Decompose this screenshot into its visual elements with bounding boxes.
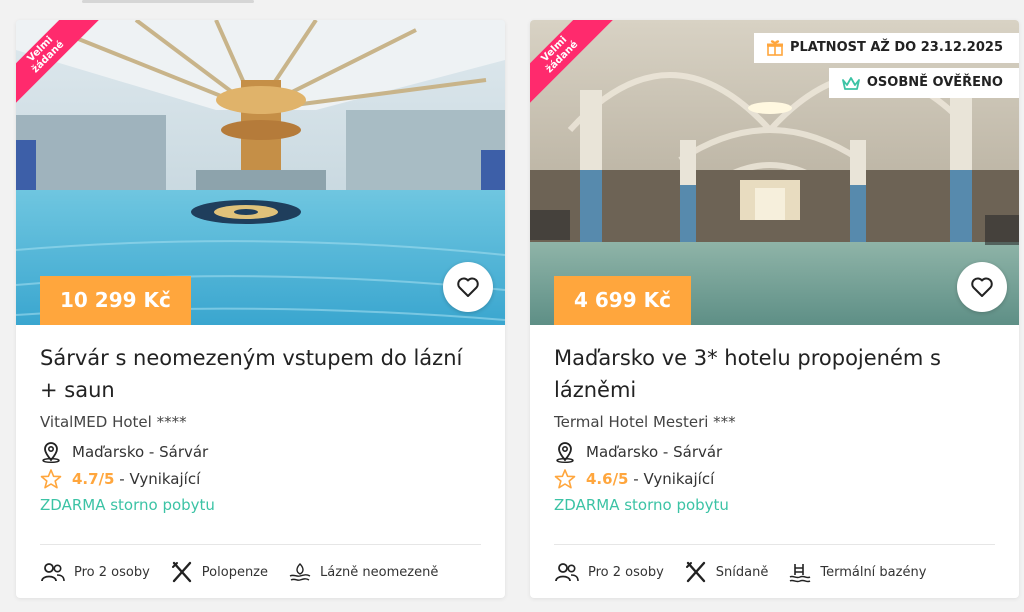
hotel-photo[interactable]: Velmi žádané PLATNOST AŽ DO 23.12.2025 O…: [530, 20, 1019, 325]
people-icon: [555, 563, 579, 582]
heart-outline-icon: [971, 277, 993, 297]
feature-persons: Pro 2 osoby: [554, 561, 664, 583]
feature-label: Pro 2 osoby: [74, 564, 150, 580]
feature-label: Snídaně: [715, 564, 769, 580]
gift-icon: [766, 40, 783, 56]
rating-row: 4.7/5 - Vynikající: [40, 468, 200, 490]
feature-label: Termální bazény: [820, 564, 927, 580]
rating-value: 4.6/5: [586, 470, 629, 488]
pool-ladder-icon: [789, 564, 811, 583]
star-outline-icon: [554, 469, 576, 489]
crown-icon: [841, 77, 860, 90]
feature-label: Polopenze: [201, 564, 269, 580]
offer-card[interactable]: Velmi žádané 10 299 Kč Sárvár s neomezen…: [16, 20, 505, 598]
feature-label: Lázně neomezeně: [320, 564, 439, 580]
people-icon: [41, 563, 65, 582]
offer-card[interactable]: Velmi žádané PLATNOST AŽ DO 23.12.2025 O…: [530, 20, 1019, 598]
rating-row: 4.6/5 - Vynikající: [554, 468, 714, 490]
location-row: Maďarsko - Sárvár: [40, 441, 208, 463]
rating-text: - Vynikající: [119, 470, 201, 488]
validity-badge: PLATNOST AŽ DO 23.12.2025: [753, 33, 1019, 63]
badge-text: OSOBNĚ OVĚŘENO: [866, 75, 1003, 90]
rating-value: 4.7/5: [72, 470, 115, 488]
feature-board: Snídaně: [684, 560, 769, 584]
location-row: Maďarsko - Sárvár: [554, 441, 722, 463]
hotel-name: VitalMED Hotel ****: [40, 413, 187, 431]
verified-badge: OSOBNĚ OVĚŘENO: [828, 68, 1019, 98]
features-row: Pro 2 osoby Snídaně Termální bazény: [554, 560, 946, 584]
location-text: Maďarsko - Sárvár: [72, 443, 209, 461]
free-cancellation: ZDARMA storno pobytu: [40, 496, 215, 514]
feature-label: Pro 2 osoby: [588, 564, 664, 580]
feature-board: Polopenze: [170, 560, 268, 584]
hotel-photo[interactable]: Velmi žádané 10 299 Kč: [16, 20, 505, 325]
free-cancellation: ZDARMA storno pobytu: [554, 496, 729, 514]
divider: [554, 544, 995, 545]
hotel-name: Termal Hotel Mesteri ***: [554, 413, 736, 431]
favorite-button[interactable]: [957, 262, 1007, 312]
location-pin-icon: [42, 442, 60, 463]
price-tag: 10 299 Kč: [40, 276, 191, 325]
favorite-button[interactable]: [443, 262, 493, 312]
spa-icon: [289, 563, 311, 581]
badge-text: PLATNOST AŽ DO 23.12.2025: [789, 40, 1003, 55]
feature-persons: Pro 2 osoby: [40, 561, 150, 583]
heart-outline-icon: [457, 277, 479, 297]
divider: [40, 544, 481, 545]
star-outline-icon: [40, 469, 62, 489]
location-pin-icon: [556, 442, 574, 463]
offer-title[interactable]: Maďarsko ve 3* hotelu propojeném s lázně…: [554, 342, 994, 406]
rating-text: - Vynikající: [633, 470, 715, 488]
feature-pool: Termální bazény: [788, 561, 926, 583]
location-text: Maďarsko - Sárvár: [586, 443, 723, 461]
price-tag: 4 699 Kč: [554, 276, 691, 325]
features-row: Pro 2 osoby Polopenze Lázně neomezeně: [40, 560, 458, 584]
feature-spa: Lázně neomezeně: [288, 561, 438, 583]
cutlery-icon: [171, 561, 191, 583]
offer-title[interactable]: Sárvár s neomezeným vstupem do lázní + s…: [40, 342, 480, 406]
cutlery-icon: [685, 561, 705, 583]
previous-card-edge: [82, 0, 254, 3]
